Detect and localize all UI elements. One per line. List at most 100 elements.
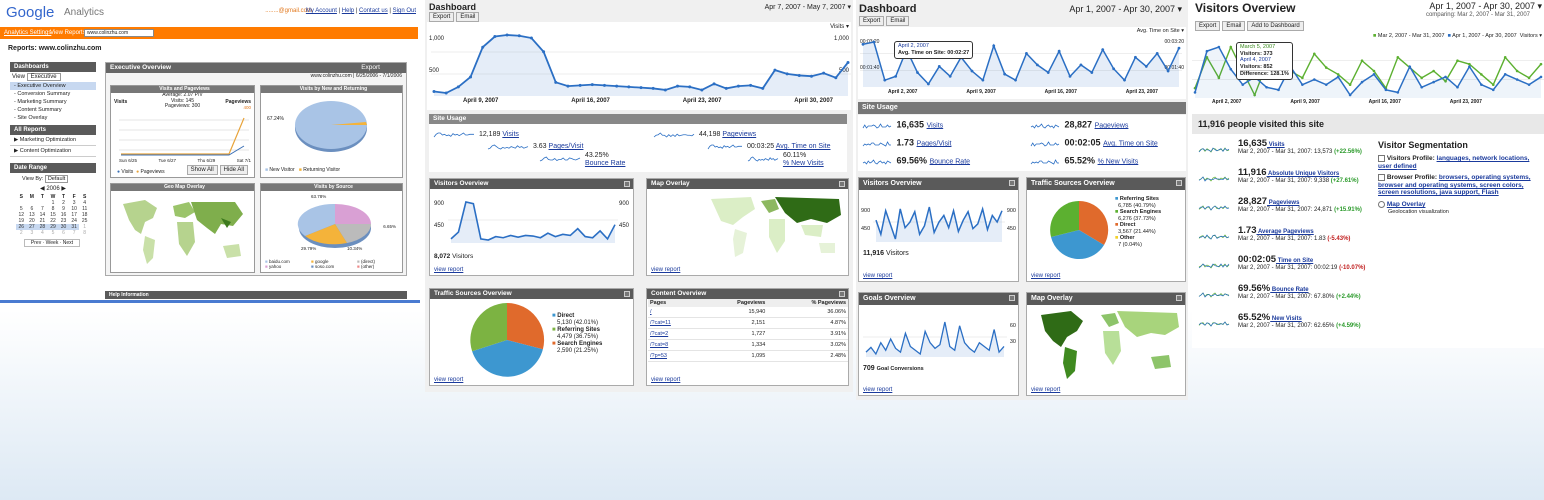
metric-link[interactable]: Bounce Rate [1270,287,1309,293]
usage-new-link[interactable]: % New Visits [783,160,824,167]
metric-link[interactable]: New Visits [1270,316,1302,322]
series-line [862,123,892,129]
go-y-mid: 30 [1009,339,1016,345]
map-view-report[interactable]: view report [651,267,680,273]
go-view-report[interactable]: view report [863,387,892,393]
metric-link[interactable]: Average Pageviews [1257,229,1314,235]
usage-visits-link[interactable]: Visits [927,122,944,129]
metric-select[interactable]: Visits ▾ [830,23,849,30]
dashboard-menu-item[interactable]: - Content Summary [10,106,96,114]
menu-marketing[interactable]: ▶ Marketing Optimization [10,135,96,146]
data-point [590,83,594,87]
help-link[interactable]: Help [342,8,354,14]
data-point [948,74,952,78]
metric-link[interactable]: Absolute Unique Visitors [1267,171,1339,177]
metric-delta: (+2.44%) [1336,294,1361,300]
close-icon[interactable] [624,181,630,187]
metric-delta: (+4.59%) [1336,323,1361,329]
usage-ppv-link[interactable]: Pages/Visit [917,140,952,147]
close-icon[interactable] [1176,295,1182,301]
metric-link[interactable]: Time on Site [1276,258,1314,264]
data-point [1068,74,1072,78]
map-overlay-link[interactable]: Map Overlay [1387,201,1426,208]
data-point [663,88,667,92]
co-view-report[interactable]: view report [651,377,680,383]
metric-select[interactable]: Visitors ▾ [1520,33,1542,39]
data-point [1229,67,1233,71]
dashboard-menu-item[interactable]: - Site Overlay [10,114,96,122]
usage-time-link[interactable]: Avg. Time on Site [1103,140,1158,147]
calendar-month: ◀ 2006 ▶ [40,186,66,192]
export-button[interactable]: Export [429,12,455,22]
export-button[interactable]: Export [859,16,885,26]
email-button[interactable]: Email [886,16,910,26]
vo-view-report[interactable]: view report [863,273,892,279]
usage-bounce-link[interactable]: Bounce Rate [585,160,625,167]
export-menu[interactable]: Export [361,63,380,73]
google-logo: Google [6,4,55,21]
menu-content[interactable]: ▶ Content Optimization [10,146,96,157]
date-range[interactable]: Apr 7, 2007 - May 7, 2007 ▾ [765,3,851,11]
date-range[interactable]: Apr 1, 2007 - Apr 30, 2007 ▾ [1429,1,1542,12]
src-legend: ■ baidu.com ■ google ■ (direct) ■ yahoo ■ s… [265,259,375,269]
table-row: /?cat=11 2,151 4.87% [648,318,848,329]
data-point [627,85,631,89]
series-line [1030,159,1059,165]
viewby-select[interactable]: Default [44,175,69,183]
metric-delta: (-10.07%) [1339,265,1366,271]
usage-visits-link[interactable]: Visits [502,131,519,138]
email-button[interactable]: Email [456,12,480,22]
close-icon[interactable] [839,291,845,297]
dashboard-menu-item[interactable]: - Marketing Summary [10,98,96,106]
ts-view-report[interactable]: view report [1031,273,1060,279]
vp-toggle[interactable]: Show All Hide All [186,165,250,175]
close-icon[interactable] [1009,180,1015,186]
data-point [773,68,777,72]
close-icon[interactable] [1009,295,1015,301]
metric-link[interactable]: Visits [1267,142,1285,148]
map-view-report[interactable]: view report [1031,387,1060,393]
traffic-sources-widget: Traffic Sources Overview ■ Referring Sit… [1026,177,1186,282]
export-button[interactable]: Export [1195,21,1221,31]
dashboard-menu-item[interactable]: - Conversion Summary [10,90,96,98]
ts-view-report[interactable]: view report [434,377,463,383]
data-point [1491,83,1495,87]
data-point [1217,45,1221,49]
metric-select[interactable]: Avg. Time on Site ▾ [1137,28,1184,34]
analytics-settings-link[interactable]: Analytics Settings [4,30,51,36]
vo-view-report[interactable]: view report [434,267,463,273]
view-select[interactable]: Executive [26,73,61,81]
help-information[interactable]: Help Information [105,291,407,299]
my-account-link[interactable]: My Account [306,8,337,14]
metric-value: 65.52% [1238,312,1271,323]
data-point [1313,78,1316,81]
close-icon[interactable] [624,291,630,297]
site-select[interactable]: www.colinzhu.com [84,29,154,37]
usage-pv-link[interactable]: Pageviews [1095,122,1129,129]
contact-link[interactable]: Contact us [359,8,388,14]
add-dashboard-button[interactable]: Add to Dashboard [1247,21,1304,31]
sign-out-link[interactable]: Sign Out [393,8,416,14]
close-icon[interactable] [1176,180,1182,186]
date-range[interactable]: Apr 1, 2007 - Apr 30, 2007 ▾ [1069,4,1182,15]
close-icon[interactable] [839,181,845,187]
metric-link[interactable]: Pageviews [1267,200,1300,206]
usage-bounce-val: 43.25% [584,152,609,159]
data-point [1515,69,1519,73]
usage-time-link[interactable]: Avg. Time on Site [776,143,831,150]
usage-pv-link[interactable]: Pageviews [722,131,756,138]
usage-bounce-link[interactable]: Bounce Rate [930,158,970,165]
data-point [1134,55,1137,59]
metric-value: 69.56% [1238,283,1271,294]
go-y-top: 60 [1009,323,1016,329]
email-button[interactable]: Email [1222,21,1246,31]
calendar-nav[interactable]: Prev · Week · Next [24,239,80,247]
visitors-overview-widget: Visitors Overview 900 450 900 450 11,916… [858,177,1019,282]
metric-delta: (+22.56%) [1334,149,1362,155]
usage-ppv-link[interactable]: Pages/Visit [549,143,584,150]
metric-row: 00:02:05 Time on Site Mar 2, 2007 - Mar 3… [1196,255,1376,285]
site-usage: 12,189 Visits 3.63 Pages/Visit 43.25% Bou… [429,124,847,172]
usage-new-link[interactable]: % New Visits [1098,158,1139,165]
calendar[interactable]: S M T W T F S 1 2 3 4 5 6 7 8 9 10 11 12 13 14 15 16 17 18 19 20 21… [16,194,90,236]
dashboard-menu-item[interactable]: - Executive Overview [10,82,96,90]
